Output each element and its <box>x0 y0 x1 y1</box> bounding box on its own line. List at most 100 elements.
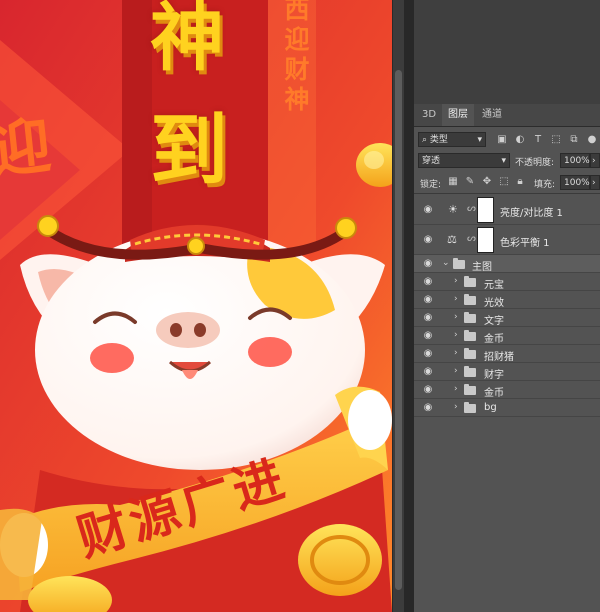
chevron-right-icon[interactable]: › <box>454 276 458 286</box>
layer-filter-kind[interactable]: ⌕ 类型 ▾ <box>418 132 486 147</box>
folder-icon <box>464 330 476 341</box>
opacity-dropdown[interactable]: › <box>590 153 600 168</box>
chevron-down-icon[interactable]: ⌄ <box>442 258 450 268</box>
chevron-right-icon[interactable]: › <box>454 330 458 340</box>
visibility-eye-icon[interactable]: ◉ <box>422 384 434 395</box>
side-char-3: 财 <box>284 55 310 84</box>
layer-group-yuanbao[interactable]: ◉ › 元宝 <box>414 273 600 291</box>
visibility-eye-icon[interactable]: ◉ <box>422 258 434 269</box>
side-char-1: 西 <box>284 0 310 24</box>
document-canvas[interactable]: 神 到 西 迎 财 神 迎 财源广进 <box>0 0 392 612</box>
layer-mask-thumbnail[interactable] <box>477 197 494 223</box>
scrollbar-thumb[interactable] <box>395 70 402 590</box>
folder-icon <box>464 276 476 287</box>
layer-group-coins-2[interactable]: ◉ › 金币 <box>414 381 600 399</box>
layer-name: bg <box>484 402 497 413</box>
visibility-eye-icon[interactable]: ◉ <box>422 204 434 215</box>
link-icon[interactable]: ᔕ <box>467 203 476 214</box>
blend-mode-value: 穿透 <box>422 156 441 166</box>
panel-separator <box>414 193 600 194</box>
visibility-eye-icon[interactable]: ◉ <box>422 348 434 359</box>
tab-3d[interactable]: 3D <box>416 104 442 126</box>
blend-mode-select[interactable]: 穿透 ▾ <box>418 153 510 168</box>
layer-name: 财字 <box>484 370 504 381</box>
tab-channels[interactable]: 通道 <box>476 104 508 126</box>
layer-group-light[interactable]: ◉ › 光效 <box>414 291 600 309</box>
visibility-eye-icon[interactable]: ◉ <box>422 234 434 245</box>
visibility-eye-icon[interactable]: ◉ <box>422 402 434 413</box>
layer-name: 亮度/对比度 1 <box>500 208 563 219</box>
type-filter-icon[interactable]: T <box>532 134 544 146</box>
layer-group-bg[interactable]: ◉ › bg <box>414 399 600 417</box>
fill-label: 填充: <box>534 180 556 190</box>
filter-kind-label: 类型 <box>429 135 448 145</box>
folder-icon <box>464 384 476 395</box>
lock-image-icon[interactable]: ✎ <box>464 176 476 188</box>
layer-brightness-contrast[interactable]: ◉ ☀ ᔕ 亮度/对比度 1 <box>414 195 600 225</box>
layer-name: 金币 <box>484 334 504 345</box>
folder-icon <box>464 312 476 323</box>
layer-name: 光效 <box>484 298 504 309</box>
chevron-right-icon: › <box>592 178 596 188</box>
lock-artboard-icon[interactable]: ⬚ <box>498 176 510 188</box>
link-icon[interactable]: ᔕ <box>467 233 476 244</box>
layer-name: 金币 <box>484 388 504 399</box>
search-icon: ⌕ <box>422 135 430 145</box>
layer-name: 色彩平衡 1 <box>500 238 550 249</box>
layers-empty-area[interactable] <box>414 417 600 612</box>
shape-filter-icon[interactable]: ⬚ <box>550 134 562 146</box>
layer-group-coins[interactable]: ◉ › 金币 <box>414 327 600 345</box>
balance-icon: ⚖ <box>447 233 457 246</box>
opacity-label: 不透明度: <box>515 158 555 168</box>
filter-toggle-icon[interactable]: ● <box>586 134 598 146</box>
layer-mask-thumbnail[interactable] <box>477 227 494 253</box>
chevron-right-icon[interactable]: › <box>454 312 458 322</box>
lock-all-icon[interactable]: 🔒︎ <box>514 176 526 188</box>
chevron-right-icon[interactable]: › <box>454 384 458 394</box>
visibility-eye-icon[interactable]: ◉ <box>422 294 434 305</box>
layer-name: 主图 <box>472 262 492 273</box>
layer-group-main[interactable]: ◉ ⌄ 主图 <box>414 255 600 273</box>
lock-label: 锁定: <box>420 180 442 190</box>
image-filter-icon[interactable]: ▣ <box>496 134 508 146</box>
layer-name: 元宝 <box>484 280 504 291</box>
fill-dropdown[interactable]: › <box>590 175 600 190</box>
adjustment-filter-icon[interactable]: ◐ <box>514 134 526 146</box>
chevron-right-icon[interactable]: › <box>454 348 458 358</box>
layer-group-text[interactable]: ◉ › 文字 <box>414 309 600 327</box>
chevron-down-icon: ▾ <box>477 135 482 145</box>
layers-panel: 3D 图层 通道 ⌕ 类型 ▾ ▣ ◐ T ⬚ ⧉ ● 穿透 ▾ 不透明度: 100… <box>414 0 600 612</box>
lock-transparent-icon[interactable]: ▦ <box>447 176 459 188</box>
opacity-input[interactable]: 100% <box>560 153 590 168</box>
left-char: 迎 <box>0 111 55 187</box>
fill-input[interactable]: 100% <box>560 175 590 190</box>
panel-tabs: 3D 图层 通道 <box>414 104 600 127</box>
layer-group-cai-char[interactable]: ◉ › 财字 <box>414 363 600 381</box>
tab-layers[interactable]: 图层 <box>442 104 474 126</box>
layer-name: 招财猪 <box>484 352 514 363</box>
side-char-2: 迎 <box>284 25 310 54</box>
sun-icon: ☀ <box>448 203 458 216</box>
folder-icon <box>464 348 476 359</box>
chevron-right-icon[interactable]: › <box>454 294 458 304</box>
folder-icon <box>464 402 476 413</box>
visibility-eye-icon[interactable]: ◉ <box>422 276 434 287</box>
layer-group-pig[interactable]: ◉ › 招财猪 <box>414 345 600 363</box>
folder-icon <box>464 294 476 305</box>
top-char-dao: 到 <box>150 105 229 196</box>
folder-icon <box>464 366 476 377</box>
panel-divider <box>404 0 414 612</box>
layer-name: 文字 <box>484 316 504 327</box>
visibility-eye-icon[interactable]: ◉ <box>422 366 434 377</box>
chevron-right-icon[interactable]: › <box>454 366 458 376</box>
visibility-eye-icon[interactable]: ◉ <box>422 312 434 323</box>
lock-position-icon[interactable]: ✥ <box>481 176 493 188</box>
folder-icon <box>453 258 465 269</box>
side-char-4: 神 <box>284 85 310 114</box>
layer-color-balance[interactable]: ◉ ⚖ ᔕ 色彩平衡 1 <box>414 225 600 255</box>
smart-object-filter-icon[interactable]: ⧉ <box>568 134 580 146</box>
chevron-right-icon: › <box>592 156 596 166</box>
chevron-right-icon[interactable]: › <box>454 402 458 412</box>
panel-top-area <box>414 0 600 104</box>
visibility-eye-icon[interactable]: ◉ <box>422 330 434 341</box>
